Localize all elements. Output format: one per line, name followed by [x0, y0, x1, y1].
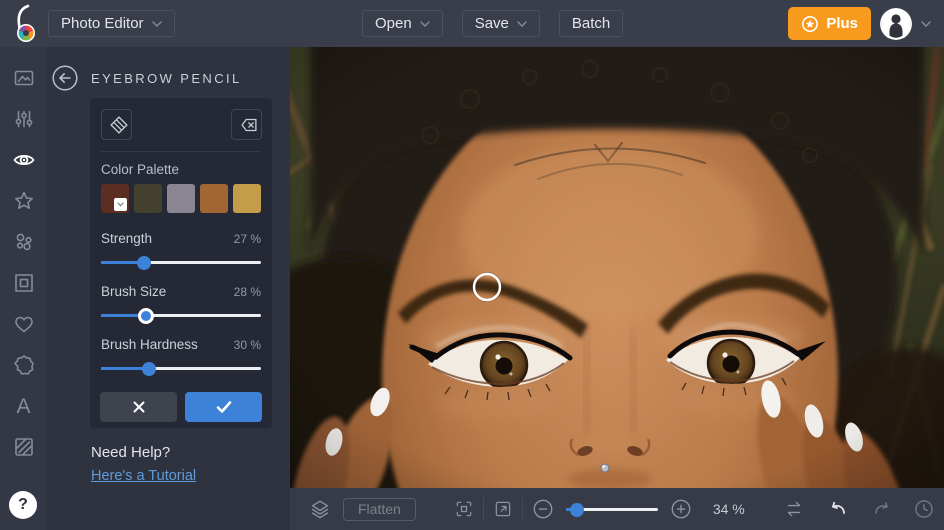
brush-size-slider-row: Brush Size 28 %: [101, 284, 261, 324]
color-swatch[interactable]: [134, 184, 162, 213]
divider: [482, 497, 484, 521]
plus-upgrade-button[interactable]: Plus: [788, 7, 871, 40]
confirm-actions: [100, 392, 262, 422]
heart-icon[interactable]: [12, 312, 36, 336]
zoom-level-value: 34 %: [712, 501, 745, 517]
chevron-down-icon: [517, 20, 527, 27]
open-button[interactable]: Open: [362, 10, 443, 37]
color-swatch[interactable]: [167, 184, 195, 213]
zoom-in-icon[interactable]: [670, 498, 692, 520]
zoom-out-icon[interactable]: [532, 498, 554, 520]
chevron-down-icon: [419, 20, 430, 27]
chevron-down-icon: [151, 20, 162, 27]
star-icon[interactable]: [12, 189, 36, 213]
canvas-toolbar: Flatten 34 %: [290, 488, 944, 530]
brush-size-value: 28 %: [233, 285, 261, 299]
photo-image: [290, 47, 944, 488]
save-button[interactable]: Save: [461, 10, 540, 37]
divider: [101, 151, 261, 152]
canvas-column: Flatten 34 %: [290, 47, 944, 530]
frame-icon[interactable]: [12, 271, 36, 295]
zoom-slider[interactable]: [565, 501, 658, 517]
file-actions: Open Save Batch: [362, 10, 624, 37]
apply-button[interactable]: [185, 392, 262, 422]
brush-size-label: Brush Size: [101, 284, 167, 299]
open-fullscreen-icon[interactable]: [493, 499, 513, 519]
account-area: Plus: [788, 0, 931, 47]
slider-thumb[interactable]: [137, 307, 154, 324]
batch-button[interactable]: Batch: [558, 10, 624, 37]
texture-icon[interactable]: [12, 435, 36, 459]
back-button[interactable]: [52, 65, 78, 91]
help-glyph: ?: [18, 496, 28, 513]
tool-options-card: Color Palette Strength 27 % Brush Size 2…: [90, 98, 272, 428]
strength-label: Strength: [101, 231, 153, 246]
chevron-down-icon: [116, 202, 124, 207]
brush-tip-icon[interactable]: [101, 109, 132, 140]
tool-mode-row: [90, 98, 272, 140]
eraser-icon[interactable]: [231, 109, 262, 140]
brush-hardness-label: Brush Hardness: [101, 337, 198, 352]
flatten-button[interactable]: Flatten: [343, 497, 416, 521]
tool-sidebar: A ?: [0, 47, 47, 530]
text-icon[interactable]: A: [12, 394, 36, 418]
user-avatar[interactable]: [880, 7, 912, 40]
strength-slider[interactable]: [101, 254, 261, 270]
slider-thumb[interactable]: [137, 255, 152, 270]
zoom-to-fit-icon[interactable]: [454, 499, 474, 519]
slider-thumb[interactable]: [142, 361, 156, 376]
brush-size-slider[interactable]: [101, 307, 261, 324]
slider-thumb[interactable]: [569, 502, 584, 517]
eye-icon[interactable]: [12, 148, 36, 172]
redo-icon[interactable]: [871, 498, 893, 520]
layers-icon[interactable]: [309, 498, 331, 520]
star-badge-icon: [802, 15, 819, 32]
tutorial-link[interactable]: Here's a Tutorial: [91, 468, 196, 484]
compare-icon[interactable]: [783, 498, 805, 520]
strength-value: 27 %: [233, 232, 261, 246]
main-area: A ? EYEBROW PENCIL Color Palette Strengt…: [0, 47, 944, 530]
divider: [521, 497, 523, 521]
befunky-logo-icon[interactable]: [9, 4, 43, 44]
help-section: Need Help? Here's a Tutorial: [91, 444, 196, 485]
need-help-heading: Need Help?: [91, 444, 171, 461]
help-button[interactable]: ?: [9, 491, 37, 519]
adjust-sliders-icon[interactable]: [12, 107, 36, 131]
bubbles-icon[interactable]: [12, 230, 36, 254]
image-icon[interactable]: [12, 66, 36, 90]
text-icon-glyph: A: [16, 394, 31, 418]
brush-hardness-slider[interactable]: [101, 360, 261, 376]
eyebrow-pencil-panel: EYEBROW PENCIL Color Palette Strength 27…: [47, 47, 290, 530]
strength-slider-row: Strength 27 %: [101, 231, 261, 270]
app-menu-label: Photo Editor: [61, 15, 144, 32]
color-swatch[interactable]: [200, 184, 228, 213]
panel-title: EYEBROW PENCIL: [91, 71, 242, 86]
close-icon: [133, 401, 144, 413]
top-bar: Photo Editor Open Save Batch Plus: [0, 0, 944, 47]
color-swatch-selected[interactable]: [101, 184, 129, 213]
color-swatches: [101, 184, 261, 213]
history-icon[interactable]: [913, 498, 935, 520]
swatch-dropdown-chip[interactable]: [113, 198, 127, 211]
checkmark-icon: [216, 401, 231, 413]
cancel-button[interactable]: [100, 392, 177, 422]
undo-icon[interactable]: [827, 498, 849, 520]
photo-editor-app: Photo Editor Open Save Batch Plus A ? EY…: [0, 0, 944, 530]
brush-hardness-slider-row: Brush Hardness 30 %: [101, 337, 261, 376]
color-swatch[interactable]: [233, 184, 261, 213]
canvas[interactable]: [290, 47, 944, 488]
chevron-down-icon[interactable]: [921, 20, 931, 27]
brush-hardness-value: 30 %: [233, 338, 261, 352]
color-palette-label: Color Palette: [101, 162, 180, 177]
app-menu-button[interactable]: Photo Editor: [48, 10, 175, 37]
badge-icon[interactable]: [12, 353, 36, 377]
plus-label: Plus: [826, 15, 858, 32]
